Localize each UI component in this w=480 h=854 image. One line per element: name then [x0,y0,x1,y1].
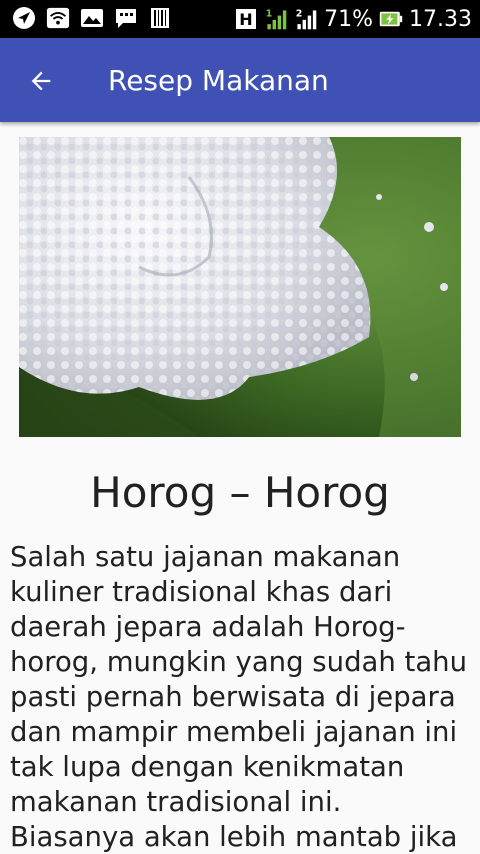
notification-icons [12,6,172,30]
wifi-icon [46,6,70,30]
signal-1-icon: 1 [264,7,288,31]
sim1-type-label: H [239,10,252,29]
recipe-description: Salah satu jajanan makanan kuliner tradi… [10,541,468,853]
image-icon [80,6,104,30]
chat-icon [114,6,138,30]
signal-2-icon: 2 [294,7,318,31]
sim2-index-label: 2 [296,8,303,19]
recipe-title: Horog – Horog [90,468,390,517]
navigation-icon [12,6,36,30]
barcode-icon [148,6,172,30]
app-bar: Resep Makanan [0,38,480,122]
app-bar-title: Resep Makanan [108,64,329,97]
status-bar: H 1 2 71% 17.33 [0,0,480,38]
h-signal-icon: H [234,7,258,31]
system-status: H 1 2 71% 17.33 [234,4,472,34]
food-photo [19,137,461,437]
sim1-index-label: 1 [266,8,273,19]
battery-percent: 71% [324,6,374,32]
clock: 17.33 [409,6,472,32]
battery-charging-icon [379,7,403,31]
arrow-back-icon[interactable] [22,62,60,100]
